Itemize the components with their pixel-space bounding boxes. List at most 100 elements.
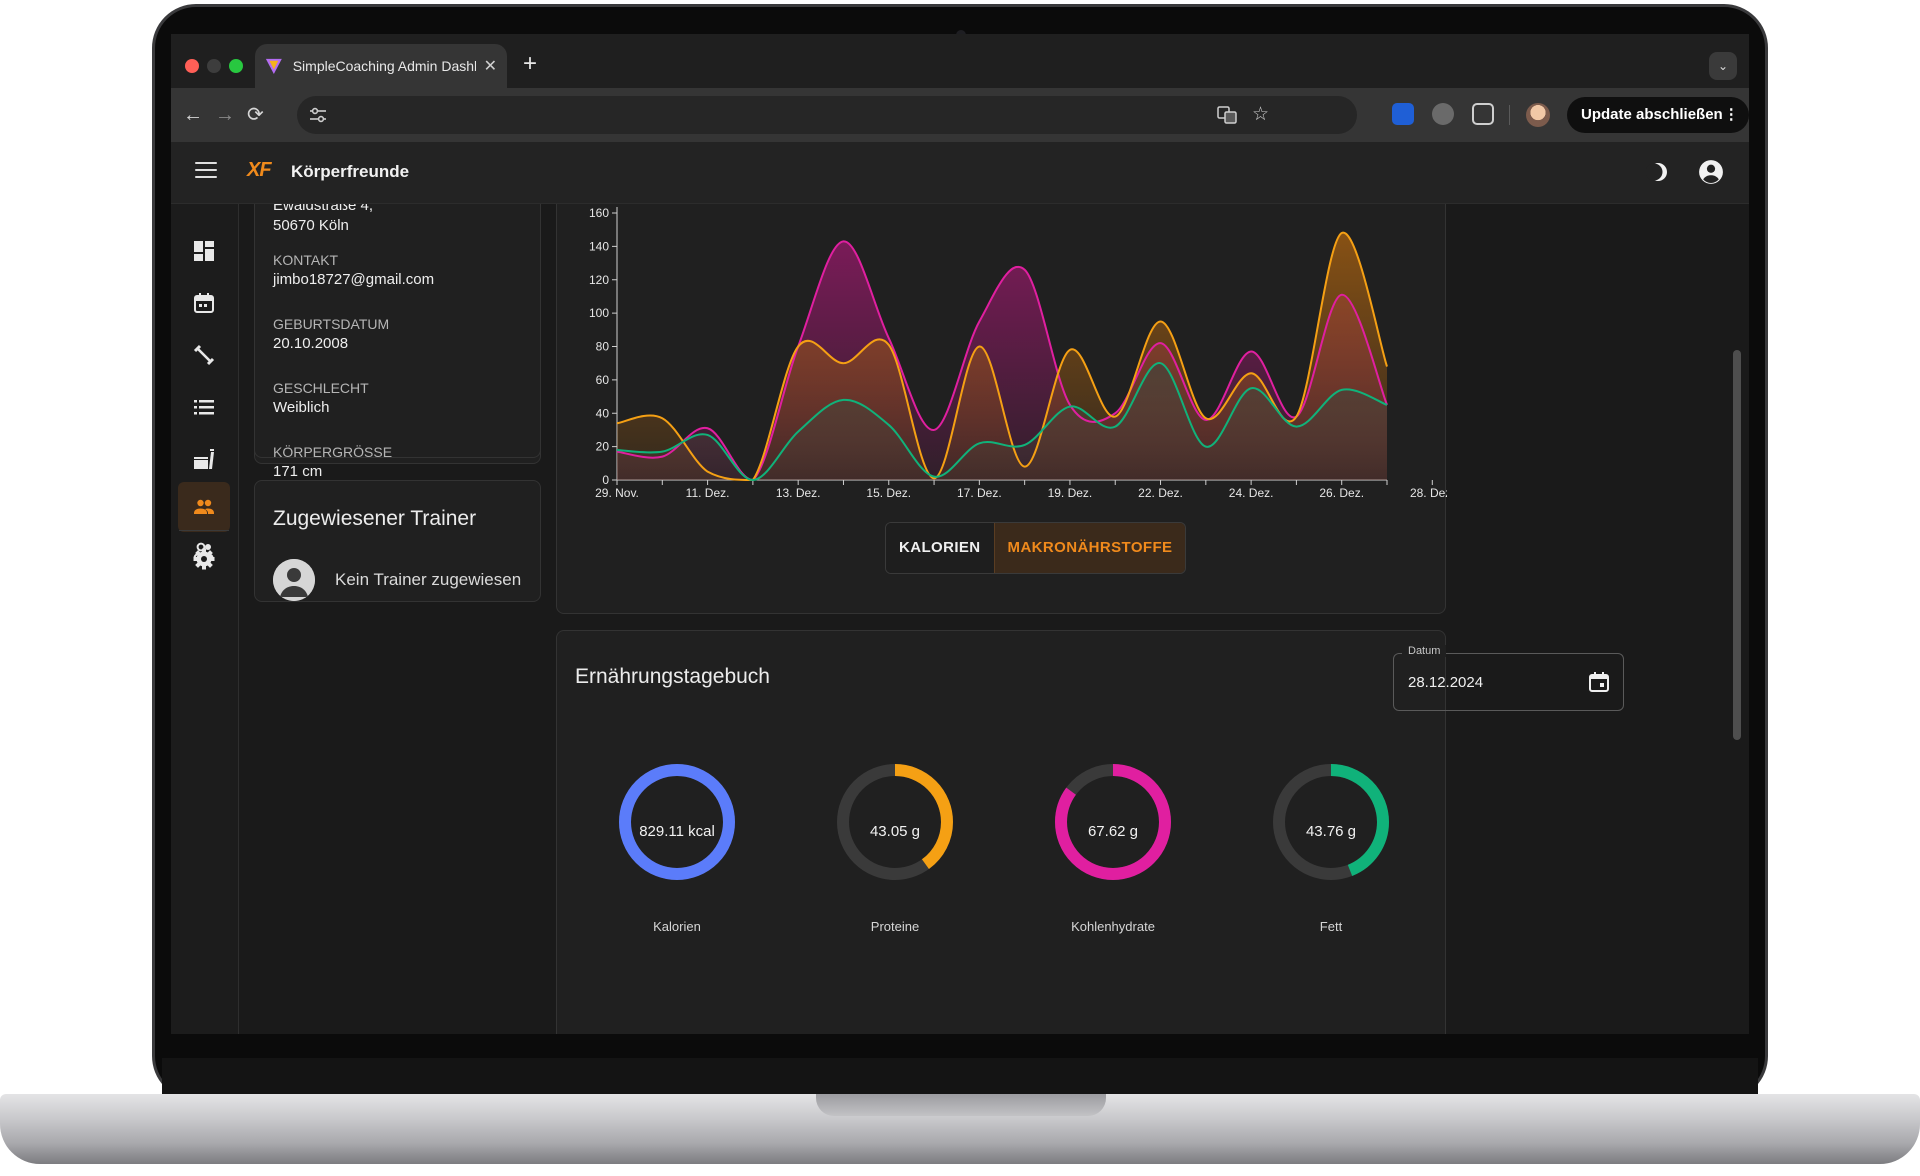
ring-fett: 43.76 g Fett [1251, 757, 1411, 934]
y-tick-label: 40 [596, 406, 610, 420]
bookmark-star-icon[interactable]: ☆ [1252, 103, 1269, 126]
date-field-label: Datum [1402, 645, 1447, 657]
browser-tabstrip: SimpleCoaching Admin Dashboard ✕ + ⌄ [171, 34, 1749, 88]
trainer-title: Zugewiesener Trainer [273, 507, 477, 530]
trainer-card: Zugewiesener Trainer Kein Trainer zugewi… [254, 480, 541, 602]
y-tick-label: 120 [589, 273, 609, 287]
date-field-value: 28.12.2024 [1408, 674, 1484, 691]
page-scrollbar[interactable] [1733, 210, 1741, 1034]
nav-settings[interactable] [178, 534, 230, 584]
site-settings-icon[interactable] [309, 107, 327, 123]
extension-glasses-icon[interactable] [1432, 103, 1454, 125]
app-header: XF Körperfreunde [171, 142, 1749, 204]
y-tick-label: 100 [589, 306, 609, 320]
nav-list[interactable] [178, 382, 230, 432]
donut-chart [837, 764, 953, 880]
macros-area-chart: 0 20 40 60 80 100 120 140 160 29. Nov. 11. Dez. 13.… [589, 206, 1447, 500]
x-tick-label: 29. Nov. [595, 486, 639, 500]
laptop-chin [162, 1058, 1758, 1094]
toggle-calories[interactable]: KALORIEN [886, 523, 994, 573]
x-tick-label: 28. Dez. [1410, 486, 1447, 500]
y-tick-label: 140 [589, 239, 609, 253]
back-button[interactable]: ← [183, 102, 203, 128]
trainer-none-text: Kein Trainer zugewiesen [335, 570, 522, 589]
profile-card-border [254, 204, 541, 458]
y-tick-label: 80 [596, 340, 610, 354]
ring-proteine: 43.05 g Proteine [815, 757, 975, 934]
y-tick-label: 0 [602, 473, 609, 487]
ring-label: Kalorien [653, 919, 701, 934]
maximize-window-button[interactable] [229, 59, 243, 73]
translate-icon[interactable] [1217, 106, 1237, 124]
screen: SimpleCoaching Admin Dashboard ✕ + ⌄ ← →… [171, 34, 1749, 1034]
people-icon [194, 499, 214, 514]
nav-dashboard[interactable] [178, 226, 230, 276]
toggle-macros[interactable]: MAKRONÄHRSTOFFE [993, 523, 1186, 573]
scrollbar-thumb[interactable] [1733, 350, 1741, 740]
extension-shield-icon[interactable] [1392, 103, 1414, 125]
more-menu-icon[interactable]: ⋮ [1724, 97, 1739, 133]
y-tick-label: 60 [596, 373, 610, 387]
nav-calendar[interactable] [178, 278, 230, 328]
ring-value: 829.11 kcal [639, 823, 715, 840]
gear-icon [193, 548, 215, 570]
ring-kohlenhydrate: 67.62 g Kohlenhydrate [1033, 757, 1193, 934]
nutrition-diary-card: Ernährungstagebuch Datum 28.12.2024 829.… [556, 630, 1624, 1034]
ring-value: 43.05 g [869, 823, 921, 840]
ring-value: 67.62 g [1087, 823, 1139, 840]
calendar-picker-icon[interactable] [1587, 670, 1611, 694]
dumbbell-icon [193, 344, 215, 366]
donut-chart [1055, 764, 1171, 880]
new-tab-button[interactable]: + [523, 52, 537, 76]
account-icon[interactable] [1698, 159, 1724, 185]
tab-search-button[interactable]: ⌄ [1709, 52, 1737, 80]
main-content: Ewaldstraße 4, 50670 Köln KONTAKT jimbo1… [239, 204, 1749, 1034]
ring-label: Fett [1319, 919, 1343, 934]
x-tick-label: 26. Dez. [1319, 486, 1364, 500]
minimize-window-button[interactable] [207, 59, 221, 73]
donut-progress [619, 764, 735, 880]
chart-mode-toggle: KALORIEN MAKRONÄHRSTOFFE [885, 522, 1187, 574]
diary-title: Ernährungstagebuch [575, 665, 770, 688]
toolbar-divider [1509, 105, 1510, 125]
x-tick-label: 15. Dez. [866, 486, 911, 500]
brand-name: Körperfreunde [291, 162, 410, 181]
tab-close-icon[interactable]: ✕ [484, 56, 497, 76]
x-tick-label: 13. Dez. [776, 486, 821, 500]
extensions-puzzle-icon[interactable] [1472, 103, 1494, 125]
calendar-icon [194, 293, 214, 313]
update-button[interactable]: Update abschließen ⋮ [1567, 97, 1749, 133]
reload-button[interactable]: ⟳ [247, 102, 264, 128]
x-tick-label: 11. Dez. [686, 486, 730, 500]
nav-workouts[interactable] [178, 330, 230, 380]
tab-title: SimpleCoaching Admin Dashboard [292, 58, 476, 74]
nav-nutrition[interactable] [178, 434, 230, 484]
brand-logo: XF [247, 159, 272, 181]
side-navigation [171, 204, 239, 1034]
donut-chart [619, 764, 735, 880]
x-tick-label: 22. Dez. [1138, 486, 1183, 500]
y-tick-label: 20 [596, 440, 610, 454]
ring-value: 43.76 g [1305, 823, 1357, 840]
nav-clients[interactable] [178, 482, 230, 532]
app-favicon-icon [265, 58, 282, 74]
close-window-button[interactable] [185, 59, 199, 73]
ring-label: Kohlenhydrate [1071, 919, 1155, 934]
update-button-label: Update abschließen [1581, 106, 1723, 123]
browser-profile-avatar[interactable] [1526, 103, 1550, 127]
y-tick-label: 160 [589, 206, 609, 220]
menu-icon[interactable] [195, 162, 217, 180]
food-icon [194, 449, 214, 469]
x-tick-label: 24. Dez. [1229, 486, 1274, 500]
ring-label: Proteine [870, 919, 920, 934]
forward-button[interactable]: → [215, 102, 235, 128]
browser-tab[interactable]: SimpleCoaching Admin Dashboard ✕ [255, 44, 507, 88]
date-field[interactable]: Datum 28.12.2024 [1393, 645, 1624, 711]
theme-toggle-icon[interactable] [1646, 160, 1670, 184]
person-icon [273, 559, 315, 601]
x-tick-label: 19. Dez. [1048, 486, 1093, 500]
address-bar[interactable]: ☆ [297, 96, 1357, 134]
height-value: 171 cm [273, 463, 323, 480]
trainer-avatar [273, 559, 315, 601]
nav-divider [179, 530, 229, 531]
